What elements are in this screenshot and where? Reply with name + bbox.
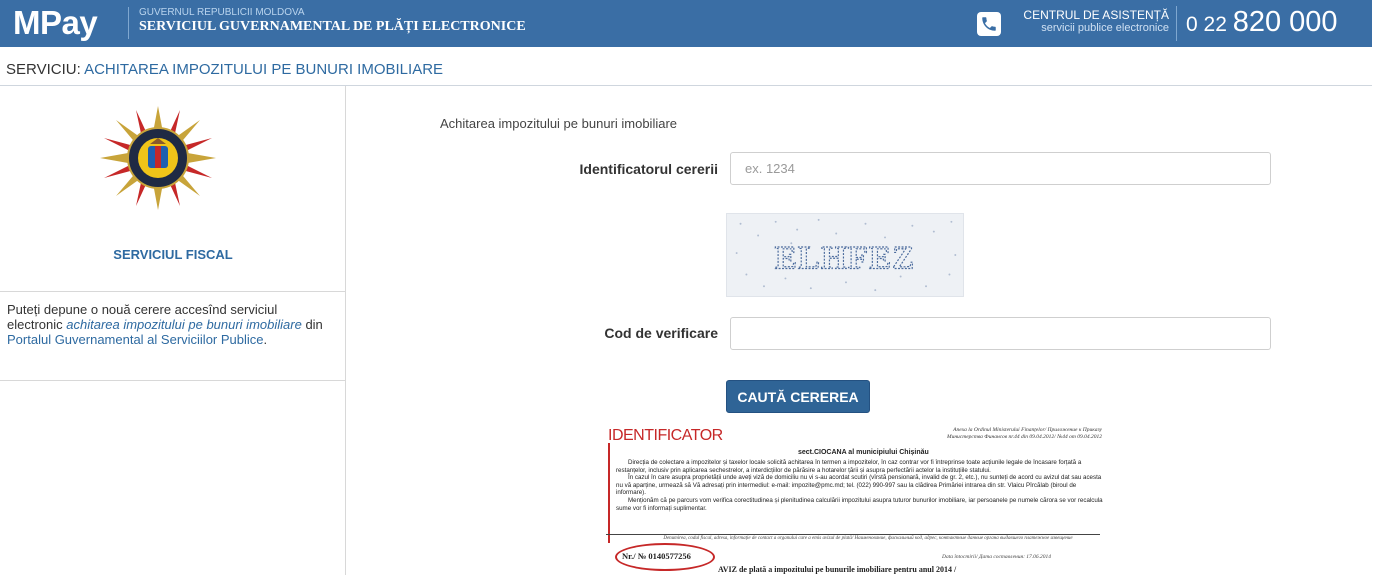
header-divider <box>1176 6 1177 41</box>
doc-paragraph: Menționăm că pe parcurs vom verifica cor… <box>616 496 1103 512</box>
service-name: ACHITAREA IMPOZITULUI PE BUNURI IMOBILIA… <box>84 61 444 78</box>
support-phone-number: 0 22 820 000 <box>1186 6 1338 38</box>
support-center: CENTRUL DE ASISTENȚĂ servicii publice el… <box>1011 8 1169 35</box>
government-portal-link[interactable]: Portalul Guvernamental al Serviciilor Pu… <box>7 332 264 347</box>
service-provider-name: SERVICIUL GUVERNAMENTAL DE PLĂȚI ELECTRO… <box>139 19 526 34</box>
identifier-pointer <box>608 443 610 543</box>
sample-tax-notice: IDENTIFICATOR Anexa la Ordinul Ministeru… <box>598 423 1106 575</box>
doc-paragraph: Direcția de colectare a impozitelor și t… <box>616 459 1082 474</box>
service-title: SERVICIU: ACHITAREA IMPOZITULUI PE BUNUR… <box>6 61 443 78</box>
service-label: SERVICIU: <box>6 61 81 78</box>
top-header: MPay GUVERNUL REPUBLICII MOLDOVA SERVICI… <box>0 0 1372 47</box>
doc-paragraph: În cazul în care asupra proprietății und… <box>616 474 1102 497</box>
captcha-text: ELHFEZ <box>775 240 916 277</box>
support-title: CENTRUL DE ASISTENȚĂ <box>1023 8 1169 22</box>
agency-name: SERVICIUL FISCAL <box>113 247 233 262</box>
form-heading: Achitarea impozitului pe bunuri imobilia… <box>440 116 678 131</box>
sidebar-divider-bottom <box>0 380 346 381</box>
doc-divider <box>606 534 1100 535</box>
request-id-input[interactable] <box>730 152 1271 185</box>
sidebar-info-text: Puteți depune o nouă cerere accesînd ser… <box>7 302 323 347</box>
search-request-button[interactable]: CAUTĂ CEREREA <box>726 380 870 413</box>
doc-aviz-title: AVIZ de plată a impozitului pe bunurile … <box>718 565 957 574</box>
phone-icon <box>977 12 1001 36</box>
sidebar-divider <box>0 291 346 292</box>
verification-code-input[interactable] <box>730 317 1271 350</box>
mpay-logo[interactable]: MPay <box>13 3 98 43</box>
doc-annex: Anexa la Ordinul Ministerului Finanțelor… <box>947 427 1102 440</box>
new-request-link[interactable]: achitarea impozitului pe bunuri imobilia… <box>66 317 302 332</box>
doc-sector: sect.CIOCANA al municipiului Chișinău <box>798 449 929 456</box>
fiscal-service-emblem <box>100 106 216 210</box>
support-subtitle: servicii publice electronice <box>1041 22 1169 34</box>
identifier-highlight-oval <box>615 543 715 571</box>
doc-note: Denumirea, codul fiscal, adresa, informa… <box>663 536 1073 541</box>
verification-code-label: Cod de verificare <box>604 325 718 341</box>
government-name: GUVERNUL REPUBLICII MOLDOVA <box>139 7 305 18</box>
doc-date: Data întocmirii/ Дата составления: 17.06… <box>942 554 1052 560</box>
government-title-block: GUVERNUL REPUBLICII MOLDOVA SERVICIUL GU… <box>128 7 526 39</box>
sidebar: SERVICIUL FISCAL Puteți depune o nouă ce… <box>0 86 346 575</box>
request-id-label: Identificatorul cererii <box>579 161 718 177</box>
doc-body: Direcția de colectare a impozitelor și t… <box>616 459 1104 512</box>
captcha-image: ELHFEZ <box>726 213 964 297</box>
identifier-callout: IDENTIFICATOR <box>608 427 723 444</box>
